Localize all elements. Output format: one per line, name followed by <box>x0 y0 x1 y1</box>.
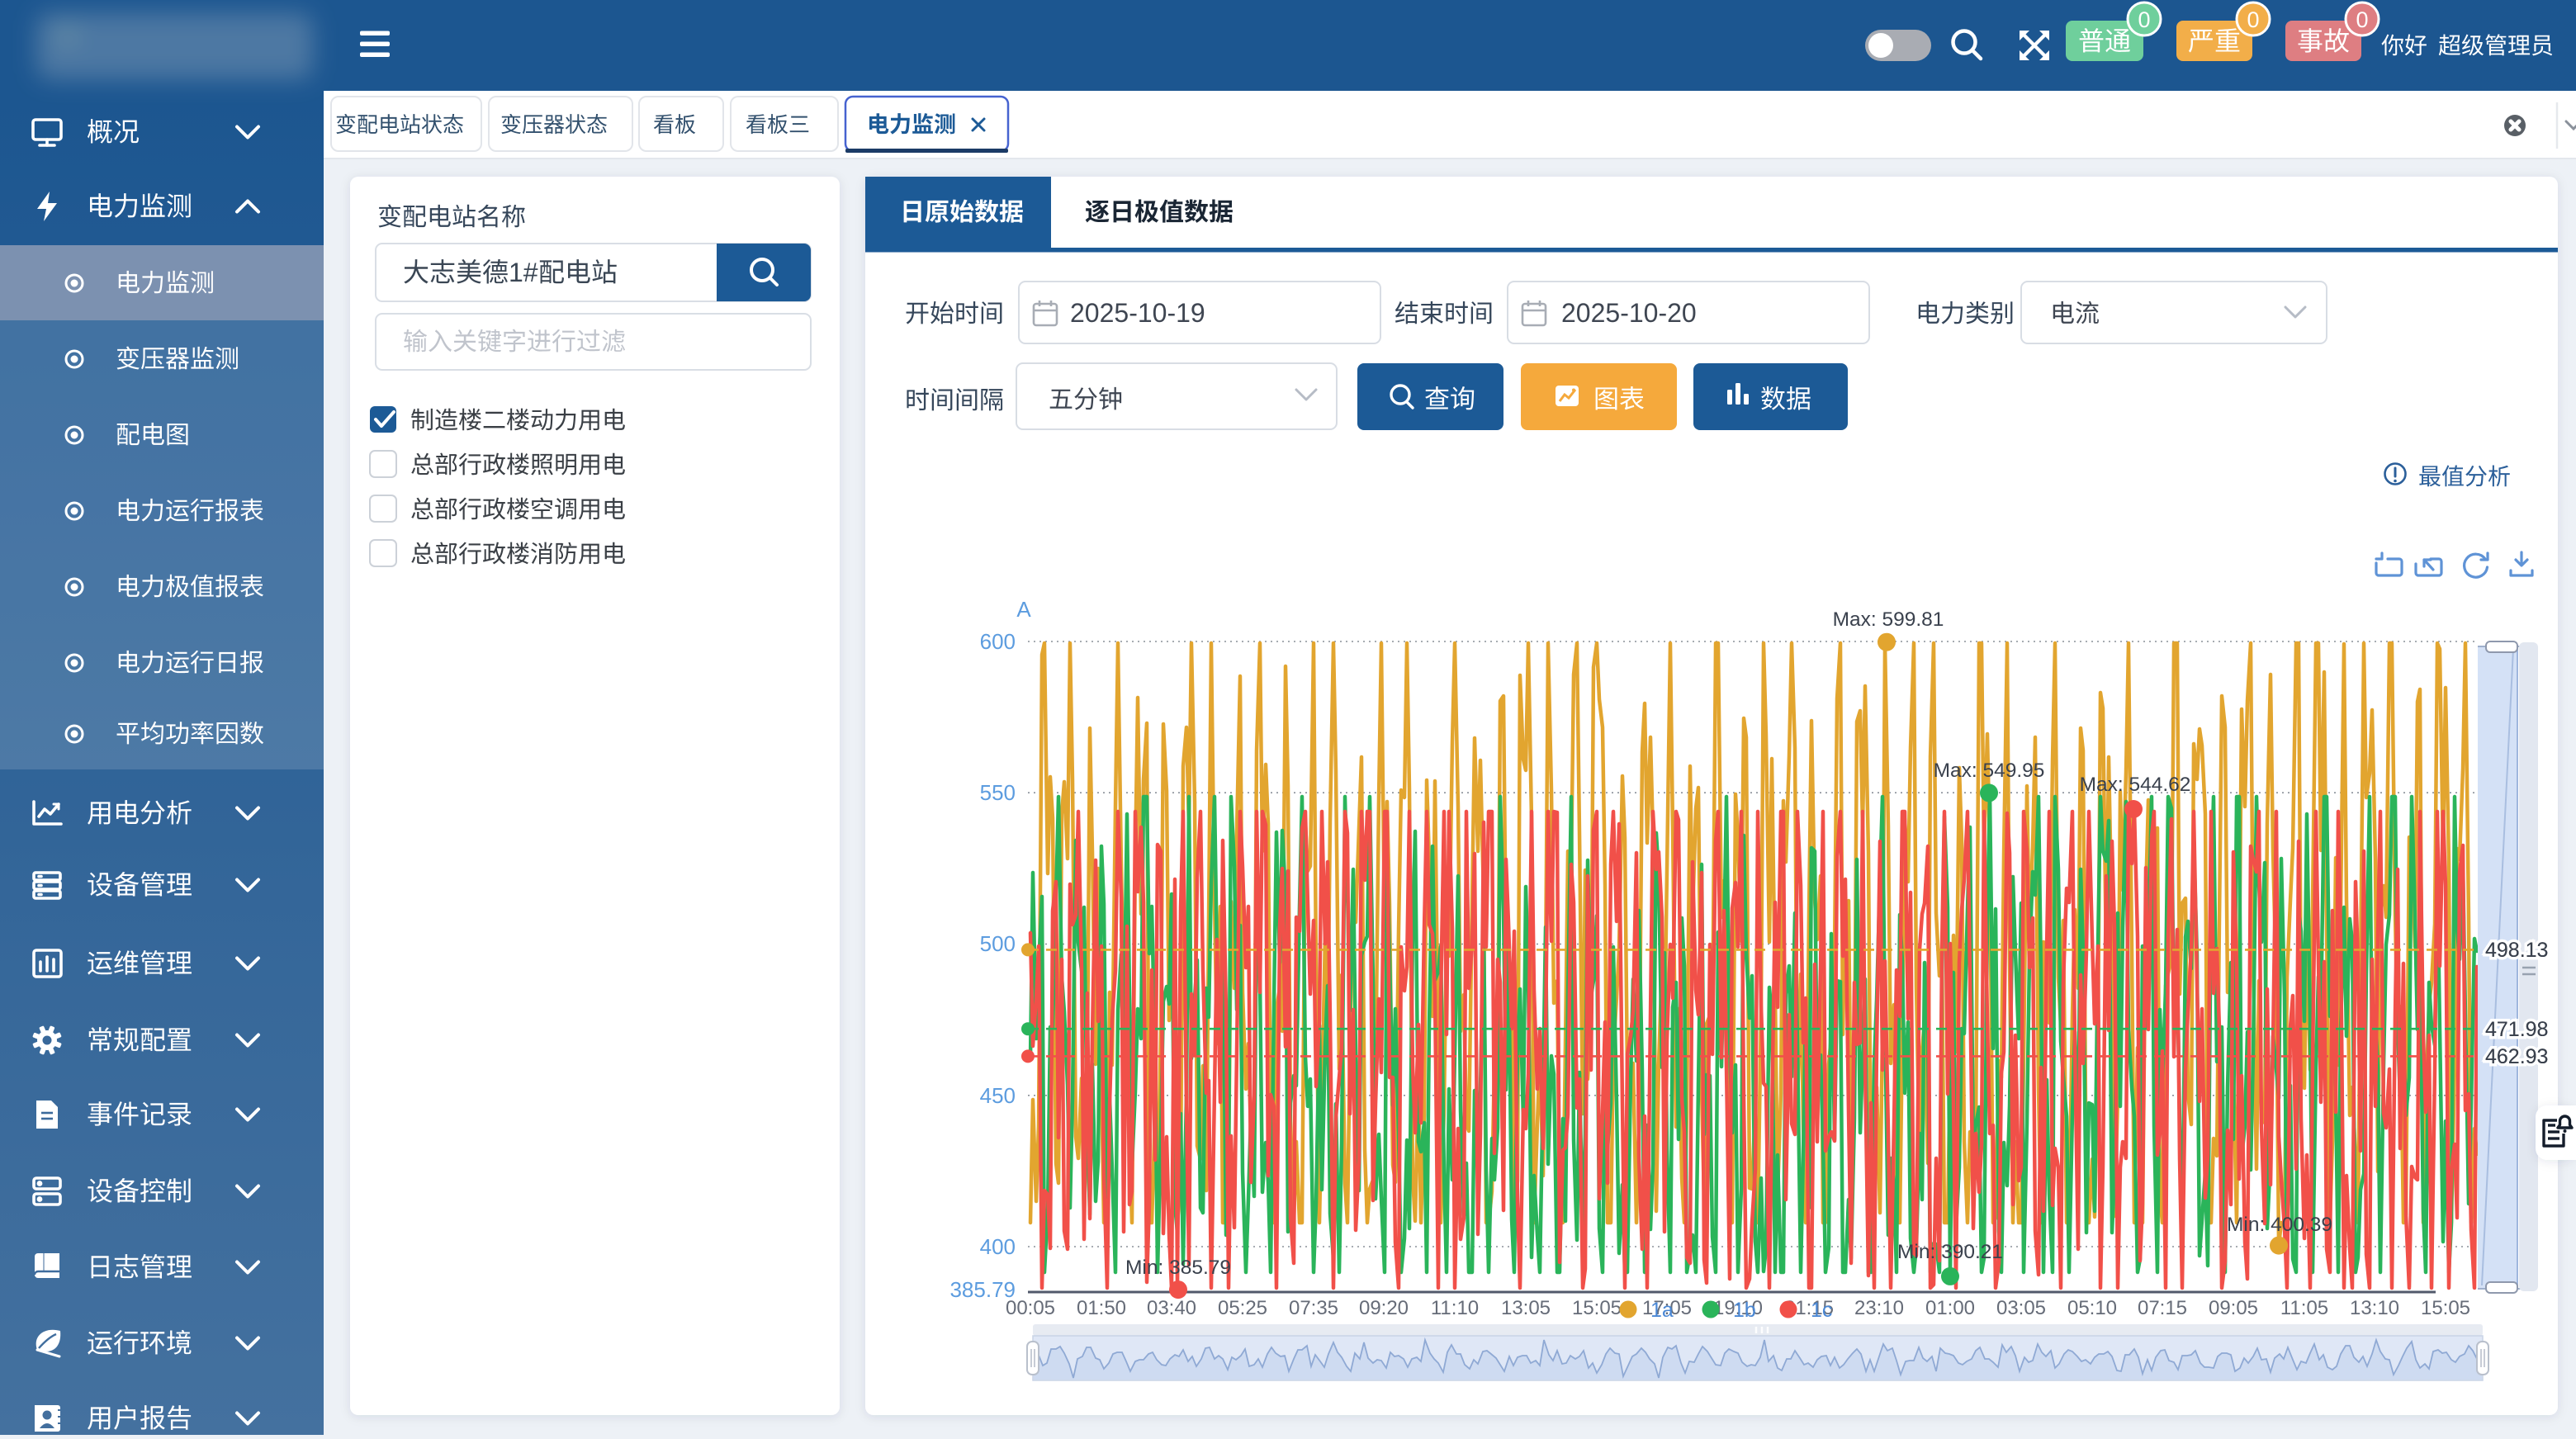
svg-text:2025-10-19: 2025-10-19 <box>1070 298 1205 328</box>
svg-text:Max: 599.81: Max: 599.81 <box>1833 608 1944 631</box>
svg-text:1#: 1# <box>509 258 538 287</box>
svg-text:498.13: 498.13 <box>2485 939 2548 962</box>
svg-text:471.98: 471.98 <box>2485 1018 2548 1041</box>
svg-text:500: 500 <box>980 931 1016 956</box>
svg-text:1c: 1c <box>1811 1299 1832 1322</box>
svg-text:1b: 1b <box>1733 1299 1756 1322</box>
svg-text:0: 0 <box>2356 7 2368 32</box>
svg-text:15:05: 15:05 <box>1572 1297 1622 1319</box>
svg-text:01:50: 01:50 <box>1077 1297 1126 1319</box>
svg-text:11:05: 11:05 <box>2280 1297 2328 1319</box>
svg-text:13:05: 13:05 <box>1501 1297 1551 1319</box>
svg-text:462.93: 462.93 <box>2485 1045 2548 1068</box>
svg-text:1a: 1a <box>1650 1299 1674 1322</box>
svg-text:07:35: 07:35 <box>1289 1297 1338 1319</box>
svg-text:0: 0 <box>2138 7 2150 32</box>
svg-text:09:20: 09:20 <box>1359 1297 1409 1319</box>
svg-text:400: 400 <box>980 1234 1016 1259</box>
svg-text:450: 450 <box>980 1083 1016 1108</box>
svg-text:11:10: 11:10 <box>1431 1297 1479 1319</box>
svg-text:03:05: 03:05 <box>1996 1297 2046 1319</box>
svg-text:Min: 385.79: Min: 385.79 <box>1125 1257 1231 1279</box>
svg-text:00:05: 00:05 <box>1006 1297 1055 1319</box>
svg-text:A: A <box>1016 597 1031 622</box>
svg-text:550: 550 <box>980 780 1016 805</box>
svg-text:Max: 544.62: Max: 544.62 <box>2080 774 2191 796</box>
svg-text:09:05: 09:05 <box>2209 1297 2258 1319</box>
svg-text:Min: 390.21: Min: 390.21 <box>1897 1241 2003 1263</box>
svg-text:03:40: 03:40 <box>1147 1297 1196 1319</box>
svg-text:23:10: 23:10 <box>1854 1297 1904 1319</box>
svg-text:600: 600 <box>980 629 1016 654</box>
svg-text:05:10: 05:10 <box>2067 1297 2117 1319</box>
svg-text:07:15: 07:15 <box>2138 1297 2187 1319</box>
svg-text:Min: 400.39: Min: 400.39 <box>2227 1214 2332 1236</box>
svg-text:15:05: 15:05 <box>2421 1297 2470 1319</box>
svg-text:05:25: 05:25 <box>1218 1297 1267 1319</box>
svg-text:0: 0 <box>2247 7 2259 32</box>
svg-text:Max: 549.95: Max: 549.95 <box>1934 760 2045 782</box>
svg-text:01:00: 01:00 <box>1925 1297 1975 1319</box>
svg-text:13:10: 13:10 <box>2350 1297 2399 1319</box>
svg-text:2025-10-20: 2025-10-20 <box>1561 298 1697 328</box>
